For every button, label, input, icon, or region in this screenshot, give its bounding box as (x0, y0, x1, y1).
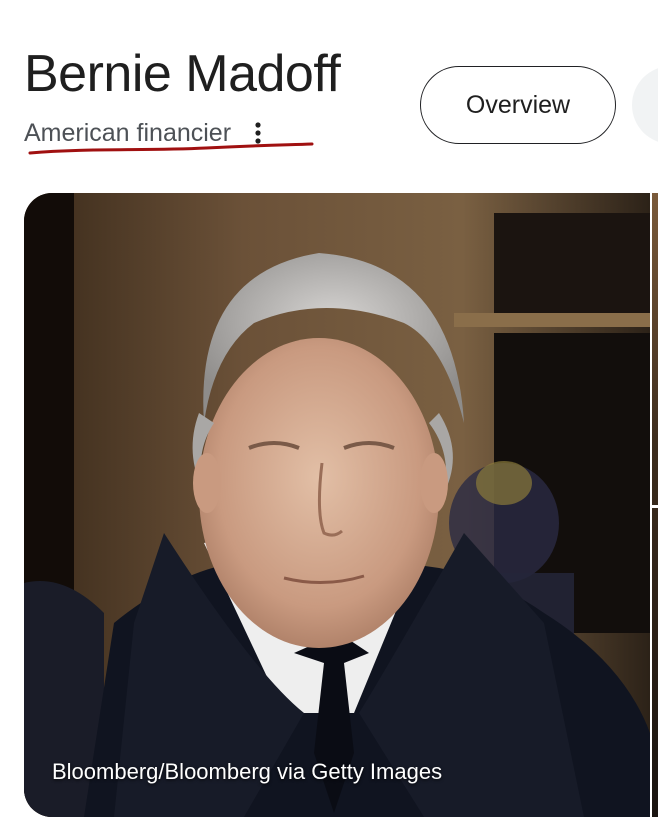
entity-subtitle-row: American financier (24, 116, 265, 150)
image-divider (652, 505, 658, 508)
more-vert-icon[interactable] (251, 120, 265, 146)
portrait-photo (24, 193, 650, 817)
tab-next[interactable] (632, 66, 658, 144)
entity-subtitle: American financier (24, 118, 232, 147)
image-caption: Bloomberg/Bloomberg via Getty Images (52, 759, 443, 784)
tab-overview-label: Overview (465, 90, 571, 119)
knowledge-panel: Bernie Madoff American financier Overvie… (0, 0, 658, 824)
entity-title: Bernie Madoff (24, 45, 341, 103)
tab-overview[interactable]: Overview (420, 66, 616, 144)
entity-image[interactable]: Bloomberg/Bloomberg via Getty Images (24, 193, 650, 817)
